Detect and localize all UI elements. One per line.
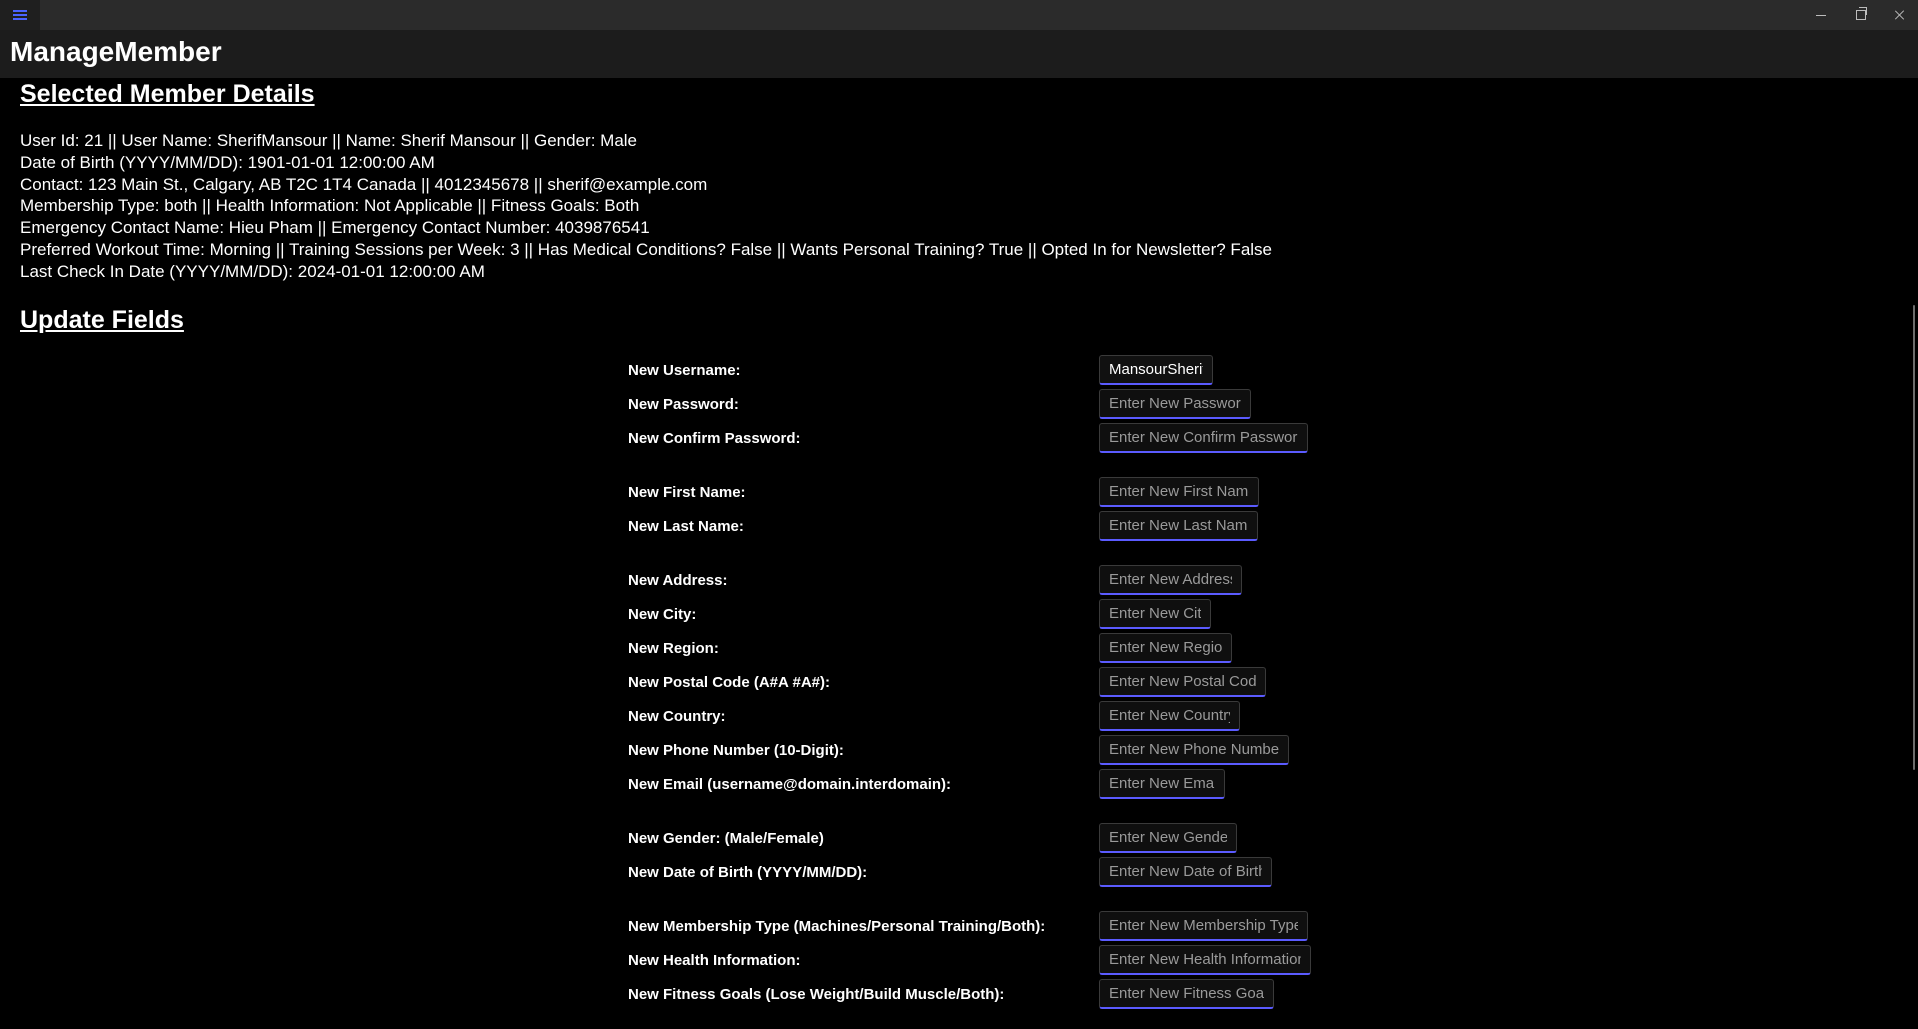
minimize-icon	[1816, 14, 1826, 16]
postal-code-label: New Postal Code (A#A #A#):	[628, 674, 830, 691]
member-details: User Id: 21 || User Name: SherifMansour …	[20, 130, 1272, 283]
form-row-membership-type: New Membership Type (Machines/Personal T…	[0, 911, 1918, 941]
form-row-city: New City:	[0, 599, 1918, 629]
close-button[interactable]	[1880, 0, 1918, 30]
username-input[interactable]	[1099, 355, 1213, 385]
selected-member-details-heading: Selected Member Details	[20, 80, 315, 108]
phone-label: New Phone Number (10-Digit):	[628, 742, 844, 759]
last-name-label: New Last Name:	[628, 518, 744, 535]
restore-icon	[1856, 7, 1867, 20]
region-input[interactable]	[1099, 633, 1232, 663]
form-row-region: New Region:	[0, 633, 1918, 663]
form-row-address: New Address:	[0, 565, 1918, 595]
form-row-gender: New Gender: (Male/Female)	[0, 823, 1918, 853]
confirm-password-input[interactable]	[1099, 423, 1308, 453]
confirm-password-label: New Confirm Password:	[628, 430, 801, 447]
gender-label: New Gender: (Male/Female)	[628, 830, 824, 847]
form-row-email: New Email (username@domain.interdomain):	[0, 769, 1918, 799]
title-bar	[0, 0, 1918, 30]
detail-line: Preferred Workout Time: Morning || Train…	[20, 239, 1272, 259]
date-of-birth-label: New Date of Birth (YYYY/MM/DD):	[628, 864, 868, 881]
email-label: New Email (username@domain.interdomain):	[628, 776, 952, 793]
password-input[interactable]	[1099, 389, 1251, 419]
minimize-button[interactable]	[1801, 0, 1841, 30]
address-input[interactable]	[1099, 565, 1242, 595]
page-title: ManageMember	[10, 36, 222, 67]
hamburger-menu-icon	[13, 10, 27, 20]
detail-line: Date of Birth (YYYY/MM/DD): 1901-01-01 1…	[20, 152, 435, 172]
city-input[interactable]	[1099, 599, 1211, 629]
country-input[interactable]	[1099, 701, 1240, 731]
menu-button[interactable]	[0, 0, 40, 30]
phone-input[interactable]	[1099, 735, 1289, 765]
form-row-fitness-goals: New Fitness Goals (Lose Weight/Build Mus…	[0, 979, 1918, 1009]
detail-line: Emergency Contact Name: Hieu Pham || Eme…	[20, 218, 650, 238]
update-fields-heading: Update Fields	[20, 306, 184, 334]
form-row-country: New Country:	[0, 701, 1918, 731]
password-label: New Password:	[628, 396, 739, 413]
health-information-label: New Health Information:	[628, 952, 801, 969]
vertical-scrollbar[interactable]	[1913, 305, 1915, 770]
address-label: New Address:	[628, 572, 728, 589]
health-information-input[interactable]	[1099, 945, 1311, 975]
date-of-birth-input[interactable]	[1099, 857, 1272, 887]
form-row-phone: New Phone Number (10-Digit):	[0, 735, 1918, 765]
region-label: New Region:	[628, 640, 719, 657]
email-input[interactable]	[1099, 769, 1225, 799]
city-label: New City:	[628, 606, 697, 623]
membership-type-input[interactable]	[1099, 911, 1308, 941]
page-header: ManageMember	[0, 30, 1918, 78]
close-icon	[1894, 9, 1906, 21]
detail-line: Membership Type: both || Health Informat…	[20, 196, 640, 216]
membership-type-label: New Membership Type (Machines/Personal T…	[628, 918, 1046, 935]
detail-line: Last Check In Date (YYYY/MM/DD): 2024-01…	[20, 261, 485, 281]
form-row-first-name: New First Name:	[0, 477, 1918, 507]
form-row-postal-code: New Postal Code (A#A #A#):	[0, 667, 1918, 697]
form-row-date-of-birth: New Date of Birth (YYYY/MM/DD):	[0, 857, 1918, 887]
main-content: Selected Member Details User Id: 21 || U…	[0, 78, 1900, 1029]
username-label: New Username:	[628, 362, 741, 379]
postal-code-input[interactable]	[1099, 667, 1266, 697]
form-row-password: New Password:	[0, 389, 1918, 419]
fitness-goals-label: New Fitness Goals (Lose Weight/Build Mus…	[628, 986, 1005, 1003]
form-row-health-information: New Health Information:	[0, 945, 1918, 975]
detail-line: User Id: 21 || User Name: SherifMansour …	[20, 131, 638, 150]
first-name-label: New First Name:	[628, 484, 746, 501]
form-row-confirm-password: New Confirm Password:	[0, 423, 1918, 453]
first-name-input[interactable]	[1099, 477, 1259, 507]
restore-button[interactable]	[1841, 0, 1881, 30]
detail-line: Contact: 123 Main St., Calgary, AB T2C 1…	[20, 174, 708, 194]
last-name-input[interactable]	[1099, 511, 1258, 541]
form-row-last-name: New Last Name:	[0, 511, 1918, 541]
gender-input[interactable]	[1099, 823, 1237, 853]
country-label: New Country:	[628, 708, 726, 725]
fitness-goals-input[interactable]	[1099, 979, 1274, 1009]
form-row-username: New Username:	[0, 355, 1918, 385]
